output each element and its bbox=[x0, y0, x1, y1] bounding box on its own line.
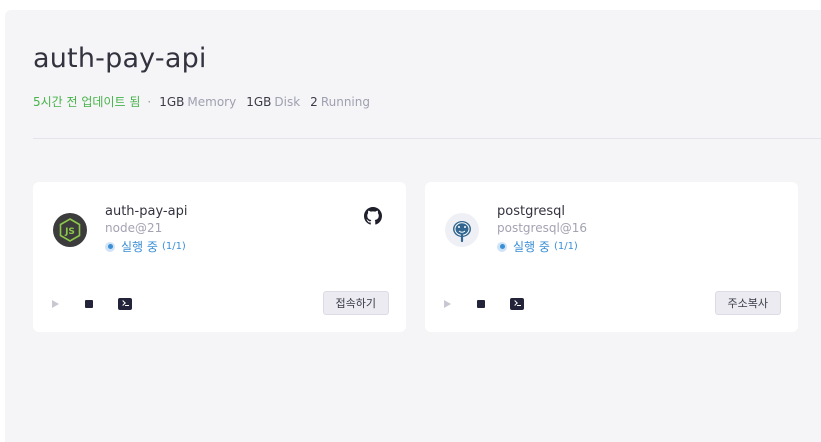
github-icon[interactable] bbox=[364, 207, 382, 225]
running-label: Running bbox=[320, 94, 370, 109]
stop-button[interactable] bbox=[475, 298, 487, 310]
connect-button[interactable]: 접속하기 bbox=[322, 291, 389, 315]
svg-text:JS: JS bbox=[64, 227, 75, 237]
terminal-button[interactable] bbox=[117, 298, 132, 310]
disk-label: Disk bbox=[274, 94, 301, 109]
play-icon bbox=[443, 300, 451, 308]
updated-text: 5시간 전 업데이트 됨 bbox=[33, 95, 141, 109]
service-card-auth-pay-api[interactable]: JS auth-pay-api node@21 실행 중 (1/1) 접속하기 bbox=[33, 182, 406, 332]
service-image: node@21 bbox=[105, 221, 163, 235]
meta-separator: · bbox=[147, 94, 152, 109]
disk-value: 1GB bbox=[246, 94, 272, 109]
memory-label: Memory bbox=[187, 94, 237, 109]
terminal-icon bbox=[117, 298, 132, 310]
memory-value: 1GB bbox=[159, 94, 185, 109]
service-name[interactable]: auth-pay-api bbox=[105, 204, 187, 219]
page-title: auth-pay-api bbox=[33, 43, 207, 74]
stop-icon bbox=[477, 300, 485, 308]
divider bbox=[33, 138, 821, 139]
stop-button[interactable] bbox=[83, 298, 95, 310]
service-image: postgresql@16 bbox=[497, 221, 588, 235]
status-text: 실행 중 bbox=[121, 240, 158, 254]
status-count: (1/1) bbox=[553, 241, 578, 252]
status-badge: 실행 중 (1/1) bbox=[105, 238, 186, 255]
terminal-button[interactable] bbox=[509, 298, 524, 310]
service-card-postgresql[interactable]: postgresql postgresql@16 실행 중 (1/1) 주소복사 bbox=[425, 182, 798, 332]
start-button[interactable] bbox=[49, 298, 61, 310]
status-badge: 실행 중 (1/1) bbox=[497, 238, 578, 255]
status-count: (1/1) bbox=[161, 241, 186, 252]
copy-address-button[interactable]: 주소복사 bbox=[714, 291, 781, 315]
running-value: 2 bbox=[310, 94, 318, 109]
play-icon bbox=[51, 300, 59, 308]
nodejs-icon: JS bbox=[53, 213, 87, 247]
postgresql-icon bbox=[445, 213, 479, 247]
status-dot-icon bbox=[105, 241, 115, 252]
service-name[interactable]: postgresql bbox=[497, 204, 565, 219]
status-text: 실행 중 bbox=[513, 240, 550, 254]
status-dot-icon bbox=[497, 241, 507, 252]
project-meta: 5시간 전 업데이트 됨 · 1GB Memory 1GB Disk 2 Run… bbox=[33, 93, 370, 110]
terminal-icon bbox=[509, 298, 524, 310]
project-panel: auth-pay-api 5시간 전 업데이트 됨 · 1GB Memory 1… bbox=[5, 10, 821, 442]
stop-icon bbox=[85, 300, 93, 308]
start-button[interactable] bbox=[441, 298, 453, 310]
